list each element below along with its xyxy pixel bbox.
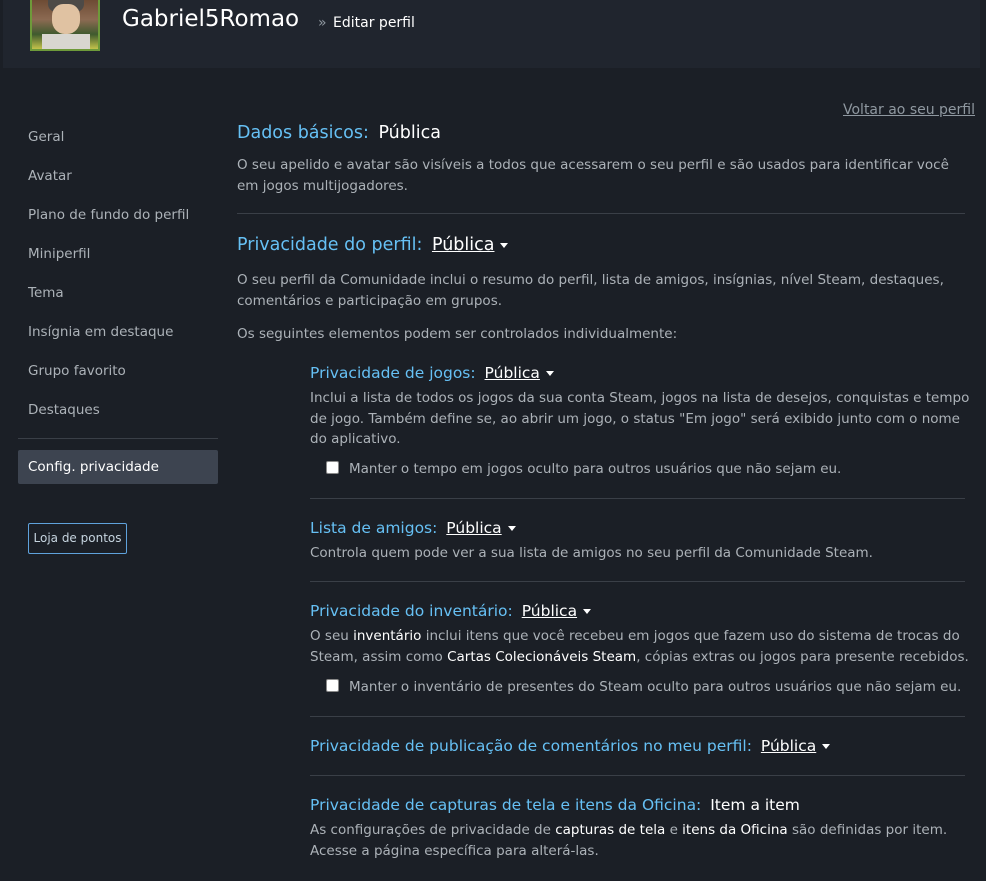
friends-privacy-dropdown[interactable]: Pública	[446, 519, 501, 537]
screenshots-privacy-heading: Privacidade de capturas de tela e itens …	[310, 796, 800, 814]
breadcrumb: » Editar perfil	[318, 15, 415, 31]
divider	[237, 213, 965, 214]
sidebar-item-theme[interactable]: Tema	[18, 274, 218, 313]
avatar-face	[52, 4, 80, 34]
games-privacy-label: Privacidade de jogos:	[310, 364, 476, 382]
basic-info-heading: Dados básicos: Pública	[237, 123, 441, 143]
chevron-down-icon[interactable]	[583, 609, 592, 614]
inventory-desc-text: O seu	[310, 628, 354, 644]
inventory-link: inventário	[353, 628, 422, 644]
workshop-items-link: itens da Oficina	[682, 822, 788, 838]
settings-sidebar: Geral Avatar Plano de fundo do perfil Mi…	[18, 118, 218, 484]
back-to-profile-link[interactable]: Voltar ao seu perfil	[843, 102, 975, 118]
breadcrumb-page: Editar perfil	[333, 15, 415, 31]
inventory-privacy-heading: Privacidade do inventário: Pública	[310, 602, 592, 620]
basic-info-label: Dados básicos:	[237, 123, 369, 143]
inventory-privacy-description: O seu inventário inclui itens que você r…	[310, 626, 970, 667]
profile-privacy-dropdown[interactable]: Pública	[432, 235, 495, 255]
hide-gifts-label: Manter o inventário de presentes do Stea…	[349, 679, 962, 695]
screenshots-privacy-description: As configurações de privacidade de captu…	[310, 820, 970, 861]
screenshots-desc-text: e	[665, 822, 683, 838]
breadcrumb-separator: »	[318, 15, 327, 31]
sidebar-item-favorite-group[interactable]: Grupo favorito	[18, 352, 218, 391]
chevron-down-icon[interactable]	[545, 371, 554, 376]
profile-privacy-description: O seu perfil da Comunidade inclui o resu…	[237, 272, 944, 309]
sidebar-item-geral[interactable]: Geral	[18, 118, 218, 157]
individual-controls-note: Os seguintes elementos podem ser control…	[237, 326, 678, 342]
inventory-privacy-dropdown[interactable]: Pública	[522, 602, 577, 620]
sidebar-item-avatar[interactable]: Avatar	[18, 157, 218, 196]
screenshots-desc-text: As configurações de privacidade de	[310, 822, 556, 838]
sidebar-item-background[interactable]: Plano de fundo do perfil	[18, 196, 218, 235]
basic-info-description: O seu apelido e avatar são visíveis a to…	[237, 157, 949, 194]
friends-privacy-description: Controla quem pode ver a sua lista de am…	[310, 545, 873, 561]
divider	[310, 716, 965, 717]
screenshots-privacy-label: Privacidade de capturas de tela e itens …	[310, 796, 702, 814]
inventory-desc-text: , cópias extras ou jogos para presente r…	[636, 648, 969, 665]
friends-privacy-heading: Lista de amigos: Pública	[310, 519, 516, 537]
games-privacy-dropdown[interactable]: Pública	[485, 364, 540, 382]
sidebar-item-showcases[interactable]: Destaques	[18, 391, 218, 430]
hide-gifts-option[interactable]: Manter o inventário de presentes do Stea…	[326, 678, 962, 695]
sidebar-divider	[18, 438, 218, 439]
chevron-down-icon[interactable]	[822, 744, 831, 749]
user-avatar[interactable]	[30, 0, 100, 51]
points-shop-button[interactable]: Loja de pontos	[28, 523, 127, 554]
screenshots-link: capturas de tela	[555, 822, 666, 838]
divider	[310, 581, 965, 582]
screenshots-privacy-value: Item a item	[710, 796, 800, 814]
games-privacy-description: Inclui a lista de todos os jogos da sua …	[310, 390, 970, 447]
hide-playtime-option[interactable]: Manter o tempo em jogos oculto para outr…	[326, 460, 842, 477]
comments-privacy-dropdown[interactable]: Pública	[761, 737, 816, 755]
friends-privacy-label: Lista de amigos:	[310, 519, 438, 537]
comments-privacy-heading: Privacidade de publicação de comentários…	[310, 737, 831, 755]
sidebar-item-miniprofile[interactable]: Miniperfil	[18, 235, 218, 274]
profile-privacy-heading: Privacidade do perfil: Pública	[237, 235, 509, 255]
hide-gifts-checkbox[interactable]	[326, 678, 339, 692]
hide-playtime-label: Manter o tempo em jogos oculto para outr…	[349, 461, 842, 477]
games-privacy-heading: Privacidade de jogos: Pública	[310, 364, 554, 382]
profile-privacy-label: Privacidade do perfil:	[237, 235, 423, 255]
trading-cards-link: Cartas Colecionáveis Steam	[447, 648, 637, 665]
hide-playtime-checkbox[interactable]	[326, 460, 339, 474]
sidebar-item-featured-badge[interactable]: Insígnia em destaque	[18, 313, 218, 352]
chevron-down-icon[interactable]	[500, 242, 509, 248]
avatar-coat	[42, 34, 90, 49]
username[interactable]: Gabriel5Romao	[122, 6, 299, 32]
chevron-down-icon[interactable]	[507, 526, 516, 531]
divider	[310, 498, 965, 499]
sidebar-item-privacy[interactable]: Config. privacidade	[18, 450, 218, 484]
basic-info-value: Pública	[378, 123, 441, 143]
inventory-privacy-label: Privacidade do inventário:	[310, 602, 513, 620]
divider	[310, 775, 965, 776]
comments-privacy-label: Privacidade de publicação de comentários…	[310, 737, 752, 755]
